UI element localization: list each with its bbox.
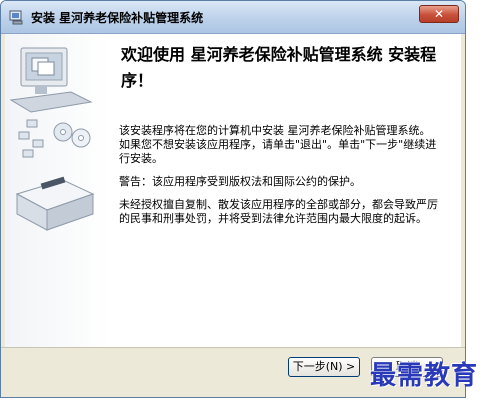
window-title: 安装 星河养老保险补贴管理系统	[31, 11, 204, 25]
title-bar[interactable]: 安装 星河养老保险补贴管理系统 ✕	[1, 1, 465, 34]
wizard-content: 欢迎使用 星河养老保险补贴管理系统 安装程序！ 该安装程序将在您的计算机中安装 …	[5, 34, 461, 347]
close-button[interactable]: ✕	[419, 5, 459, 23]
welcome-heading: 欢迎使用 星河养老保险补贴管理系统 安装程序！	[121, 45, 437, 90]
installer-icon	[9, 10, 23, 25]
side-illustration-panel	[5, 34, 109, 347]
intro-text: 该安装程序将在您的计算机中安装 星河养老保险补贴管理系统。如果您不想安装该应用程…	[119, 124, 437, 165]
installer-window: 安装 星河养老保险补贴管理系统 ✕ 欢迎使用 星河养老保险补贴管理系统 安装程序…	[0, 0, 466, 398]
computer-disks-illustration	[9, 47, 95, 231]
watermark-text: 最需教育	[370, 361, 479, 391]
copyright-text: 未经授权擅自复制、散发该应用程序的全部或部分，都会导致严厉的民事和刑事处罚，并将…	[119, 198, 438, 225]
warning-text: 警告：该应用程序受到版权法和国际公约的保护。	[119, 175, 361, 188]
next-button[interactable]: 下一步(N) >	[288, 357, 360, 377]
